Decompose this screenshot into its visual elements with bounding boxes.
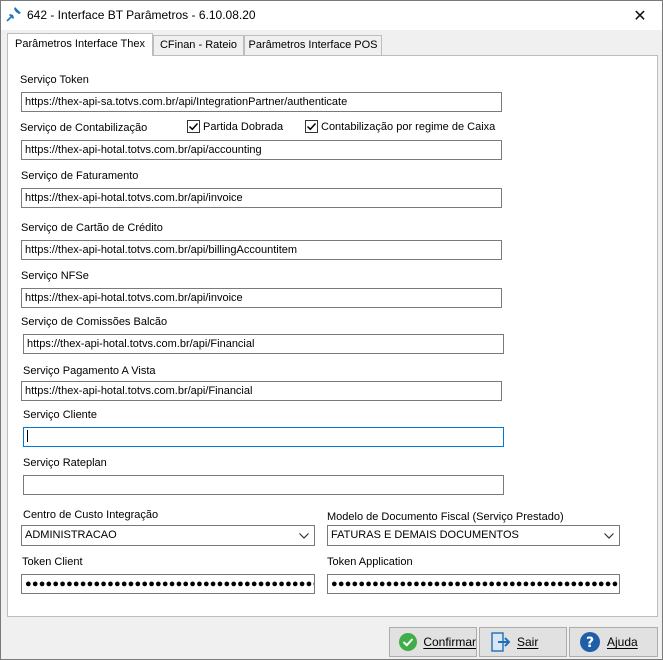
chevron-down-icon[interactable] <box>297 526 311 545</box>
contab-label: Serviço de Contabilização <box>20 122 148 134</box>
help-button[interactable]: ? Ajuda <box>569 627 658 657</box>
confirm-label: Confirmar <box>423 635 476 649</box>
check-circle-icon <box>398 630 418 654</box>
svg-text:?: ? <box>586 635 594 651</box>
tab-panel: Serviço Token https://thex-api-sa.totvs.… <box>7 55 658 617</box>
partida-checkbox[interactable] <box>187 120 200 133</box>
close-button[interactable]: ✕ <box>618 1 662 30</box>
fatur-label: Serviço de Faturamento <box>21 170 139 182</box>
nfse-input[interactable]: https://thex-api-hotal.totvs.com.br/api/… <box>21 288 502 308</box>
rateplan-input[interactable] <box>23 475 504 495</box>
nfse-label: Serviço NFSe <box>21 270 89 282</box>
check-icon <box>306 122 317 131</box>
token-client-label: Token Client <box>22 556 83 568</box>
close-icon: ✕ <box>633 7 647 25</box>
centro-label: Centro de Custo Integração <box>23 509 159 521</box>
fatur-input[interactable]: https://thex-api-hotal.totvs.com.br/api/… <box>21 188 502 208</box>
help-label: Ajuda <box>607 635 638 649</box>
cliente-label: Serviço Cliente <box>23 409 97 421</box>
window-title: 642 - Interface BT Parâmetros - 6.10.08.… <box>27 8 256 22</box>
chevron-down-icon[interactable] <box>602 526 616 545</box>
check-icon <box>188 122 199 131</box>
partida-label: Partida Dobrada <box>203 121 284 133</box>
tab-cfinan-rateio[interactable]: CFinan - Rateio <box>153 35 244 55</box>
regime-label: Contabilização por regime de Caixa <box>321 121 496 133</box>
centro-select-value: ADMINISTRACAO <box>25 529 117 541</box>
token-app-input[interactable]: ●●●●●●●●●●●●●●●●●●●●●●●●●●●●●●●●●●●●●●●●… <box>327 574 620 594</box>
token-client-input[interactable]: ●●●●●●●●●●●●●●●●●●●●●●●●●●●●●●●●●●●●●●●●… <box>21 574 315 594</box>
help-icon: ? <box>578 630 602 654</box>
title-bar[interactable]: 642 - Interface BT Parâmetros - 6.10.08.… <box>1 1 662 30</box>
rateplan-label: Serviço Rateplan <box>23 457 107 469</box>
tab-parametros-interface-pos[interactable]: Parâmetros Interface POS <box>244 35 382 55</box>
contab-input[interactable]: https://thex-api-hotal.totvs.com.br/api/… <box>21 140 502 160</box>
tab-parametros-interface-thex[interactable]: Parâmetros Interface Thex <box>7 33 153 56</box>
token-label: Serviço Token <box>20 74 89 86</box>
cartao-input[interactable]: https://thex-api-hotal.totvs.com.br/api/… <box>21 240 502 260</box>
token-app-label: Token Application <box>327 556 413 568</box>
pagto-label: Serviço Pagamento A Vista <box>23 365 156 377</box>
text-caret <box>27 430 28 443</box>
confirm-button[interactable]: Confirmar <box>389 627 477 657</box>
modelo-label: Modelo de Documento Fiscal (Serviço Pres… <box>327 511 564 523</box>
pin-icon <box>6 6 22 22</box>
modelo-select[interactable]: FATURAS E DEMAIS DOCUMENTOS <box>327 525 620 546</box>
token-input[interactable]: https://thex-api-sa.totvs.com.br/api/Int… <box>21 92 502 112</box>
comiss-label: Serviço de Comissões Balcão <box>21 316 168 328</box>
pagto-input[interactable]: https://thex-api-hotal.totvs.com.br/api/… <box>21 381 502 401</box>
exit-label: Sair <box>517 635 539 649</box>
exit-button[interactable]: Sair <box>479 627 567 657</box>
cliente-input[interactable] <box>23 427 504 447</box>
exit-door-icon <box>488 630 512 654</box>
centro-select[interactable]: ADMINISTRACAO <box>21 525 315 546</box>
dialog-window: 642 - Interface BT Parâmetros - 6.10.08.… <box>0 0 663 660</box>
modelo-select-value: FATURAS E DEMAIS DOCUMENTOS <box>331 529 519 541</box>
cartao-label: Serviço de Cartão de Crédito <box>21 222 163 234</box>
regime-checkbox[interactable] <box>305 120 318 133</box>
comiss-input[interactable]: https://thex-api-hotal.totvs.com.br/api/… <box>23 334 504 354</box>
